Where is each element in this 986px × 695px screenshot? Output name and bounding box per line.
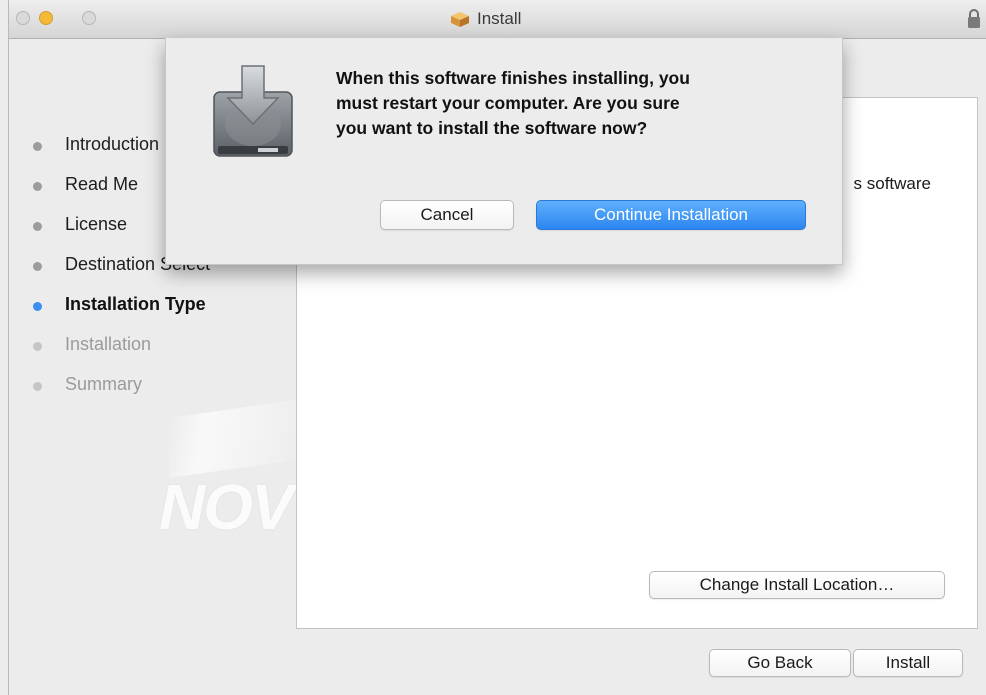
continue-installation-button[interactable]: Continue Installation bbox=[536, 200, 806, 230]
step-installation: Installation bbox=[65, 334, 152, 354]
lock-icon[interactable] bbox=[967, 8, 981, 30]
step-license: License bbox=[65, 214, 128, 234]
panel-text-fragment: s software bbox=[853, 174, 931, 193]
minimize-window-button[interactable] bbox=[39, 11, 53, 25]
step-introduction: Introduction bbox=[65, 134, 160, 154]
title-bar: Install bbox=[9, 0, 986, 39]
close-window-button[interactable] bbox=[16, 11, 30, 25]
package-icon bbox=[451, 12, 469, 27]
cancel-button[interactable]: Cancel bbox=[380, 200, 514, 230]
window-title-text: Install bbox=[477, 9, 522, 28]
dialog-message-line: you want to install the software now? bbox=[336, 118, 648, 138]
step-bullet-installation-type bbox=[33, 302, 42, 311]
dialog-message-line: When this software finishes installing, … bbox=[336, 68, 690, 88]
change-install-location-button[interactable]: Change Install Location… bbox=[649, 571, 945, 599]
dialog-message-line: must restart your computer. Are you sure bbox=[336, 93, 680, 113]
zoom-window-button[interactable] bbox=[82, 11, 96, 25]
step-bullet-introduction bbox=[33, 142, 42, 151]
background-brush-stroke bbox=[169, 398, 309, 478]
disk-download-icon bbox=[213, 65, 293, 157]
installer-window: Install NOV Introduction Read Me License… bbox=[8, 0, 986, 695]
restart-confirmation-dialog: When this software finishes installing, … bbox=[165, 38, 843, 265]
install-button[interactable]: Install bbox=[853, 649, 963, 677]
go-back-button[interactable]: Go Back bbox=[709, 649, 851, 677]
background-watermark: NOV bbox=[159, 471, 294, 543]
dialog-message: When this software finishes installing, … bbox=[336, 66, 816, 141]
step-bullet-destination-select bbox=[33, 262, 42, 271]
step-bullet-installation bbox=[33, 342, 42, 351]
step-read-me: Read Me bbox=[65, 174, 139, 194]
window-title: Install bbox=[449, 9, 521, 29]
step-summary: Summary bbox=[65, 374, 143, 394]
step-bullet-license bbox=[33, 222, 42, 231]
step-bullet-summary bbox=[33, 382, 42, 391]
step-bullet-read-me bbox=[33, 182, 42, 191]
step-installation-type: Installation Type bbox=[65, 294, 206, 314]
